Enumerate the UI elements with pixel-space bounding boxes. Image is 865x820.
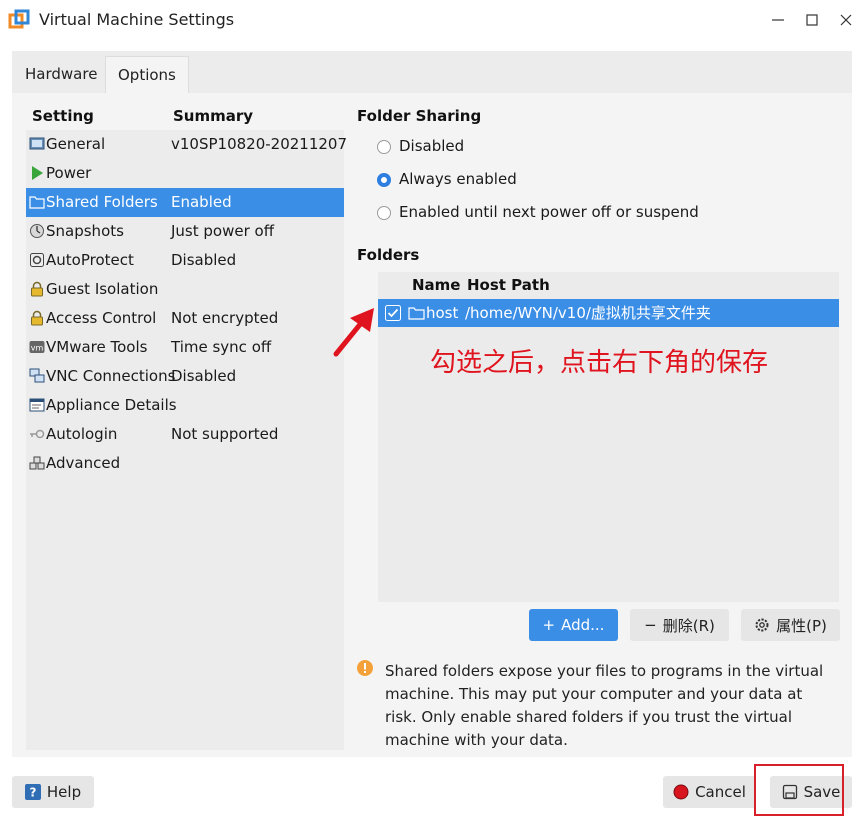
maximize-icon[interactable]	[800, 8, 824, 32]
settings-item-name: Advanced	[46, 454, 121, 472]
add-folder-button[interactable]: + Add...	[529, 609, 618, 641]
folder-icon	[408, 307, 425, 320]
vmware-app-icon	[8, 9, 30, 29]
radio-label: Always enabled	[399, 170, 517, 188]
radio-enabled-until-power-off[interactable]	[377, 206, 391, 220]
settings-row-shared-folders[interactable]: Shared Folders Enabled	[26, 188, 344, 217]
folder-sharing-title: Folder Sharing	[357, 107, 482, 125]
appliance-icon	[29, 398, 45, 412]
lock-icon	[31, 281, 43, 297]
tab-options[interactable]: Options	[105, 56, 189, 93]
checkbox-checked-icon[interactable]	[385, 305, 401, 321]
vm-icon: vm	[29, 341, 45, 353]
folders-name-header[interactable]: Name	[412, 276, 460, 294]
settings-item-summary: v10SP10820-20211207	[171, 135, 348, 153]
settings-item-name: Power	[46, 164, 92, 182]
svg-text:vm: vm	[31, 344, 44, 353]
close-icon[interactable]	[834, 8, 858, 32]
radio-disabled[interactable]	[377, 140, 391, 154]
settings-item-summary: Just power off	[171, 222, 275, 240]
settings-item-name: Autologin	[46, 425, 118, 443]
cancel-icon	[673, 784, 689, 800]
folders-title: Folders	[357, 246, 420, 264]
settings-item-name: VNC Connections	[46, 367, 176, 385]
cancel-label: Cancel	[695, 783, 746, 801]
settings-row-guest-isolation[interactable]: Guest Isolation	[26, 275, 344, 304]
annotation-text: 勾选之后，点击右下角的保存	[430, 348, 769, 378]
save-highlight-box	[754, 764, 844, 816]
minimize-icon[interactable]	[766, 8, 790, 32]
advanced-icon	[29, 456, 45, 470]
svg-text:?: ?	[29, 786, 36, 800]
folders-path-header[interactable]: Host Path	[467, 276, 550, 294]
settings-item-name: Snapshots	[46, 222, 124, 240]
settings-item-name: AutoProtect	[46, 251, 134, 269]
annotation-arrow	[333, 308, 374, 357]
remove-label: 删除(R)	[662, 616, 715, 635]
settings-row-advanced[interactable]: Advanced	[26, 449, 344, 478]
radio-label: Enabled until next power off or suspend	[399, 203, 699, 221]
settings-row-access-control[interactable]: Access Control Not encrypted	[26, 304, 344, 333]
gear-icon	[755, 618, 769, 632]
settings-row-autoprotect[interactable]: AutoProtect Disabled	[26, 246, 344, 275]
help-icon: ?	[24, 784, 41, 800]
settings-item-summary: Not supported	[171, 425, 279, 443]
autoprotect-icon	[30, 253, 44, 267]
key-icon	[30, 429, 45, 439]
settings-row-vmware-tools[interactable]: vm VMware Tools Time sync off	[26, 333, 344, 362]
settings-item-summary: Enabled	[171, 193, 232, 211]
settings-row-power[interactable]: Power	[26, 159, 344, 188]
summary-column-header: Summary	[173, 107, 254, 125]
folder-properties-button[interactable]: 属性(P)	[741, 609, 840, 641]
settings-item-name: VMware Tools	[46, 338, 148, 356]
folder-icon	[29, 196, 45, 209]
help-button[interactable]: ? Help	[12, 776, 94, 808]
settings-item-name: General	[46, 135, 106, 153]
folder-name: host	[426, 304, 459, 322]
window-title: Virtual Machine Settings	[39, 10, 235, 29]
lock-icon	[31, 310, 43, 326]
settings-item-summary: Not encrypted	[171, 309, 279, 327]
settings-item-name: Guest Isolation	[46, 280, 159, 298]
settings-item-summary: Disabled	[171, 251, 237, 269]
plus-icon: +	[542, 616, 556, 634]
folder-row-host[interactable]: host /home/WYN/v10/虚拟机共享文件夹	[378, 299, 839, 327]
settings-item-name: Appliance Details	[46, 396, 177, 414]
tab-hardware[interactable]: Hardware	[13, 56, 109, 93]
play-icon	[32, 166, 43, 180]
cancel-button[interactable]: Cancel	[663, 776, 756, 808]
properties-label: 属性(P)	[776, 616, 827, 635]
setting-column-header: Setting	[32, 107, 94, 125]
settings-item-name: Access Control	[46, 309, 157, 327]
minus-icon: −	[644, 616, 657, 634]
vnc-icon	[29, 368, 45, 383]
settings-row-autologin[interactable]: Autologin Not supported	[26, 420, 344, 449]
general-icon	[29, 137, 45, 150]
snapshot-icon	[30, 224, 44, 238]
settings-item-summary: Disabled	[171, 367, 237, 385]
help-label: Help	[46, 783, 82, 801]
remove-folder-button[interactable]: − 删除(R)	[630, 609, 729, 641]
settings-row-general[interactable]: General v10SP10820-20211207	[26, 130, 348, 159]
settings-row-vnc-connections[interactable]: VNC Connections Disabled	[26, 362, 344, 391]
radio-always-enabled[interactable]	[377, 173, 391, 187]
shared-folders-warning: Shared folders expose your files to prog…	[385, 662, 824, 749]
folder-host-path: /home/WYN/v10/虚拟机共享文件夹	[465, 304, 711, 322]
settings-row-snapshots[interactable]: Snapshots Just power off	[26, 217, 344, 246]
add-label: Add...	[561, 616, 605, 634]
settings-item-summary: Time sync off	[171, 338, 272, 356]
settings-row-appliance-details[interactable]: Appliance Details	[26, 391, 344, 420]
warning-icon	[357, 660, 373, 676]
settings-item-name: Shared Folders	[46, 193, 158, 211]
radio-label: Disabled	[399, 137, 465, 155]
